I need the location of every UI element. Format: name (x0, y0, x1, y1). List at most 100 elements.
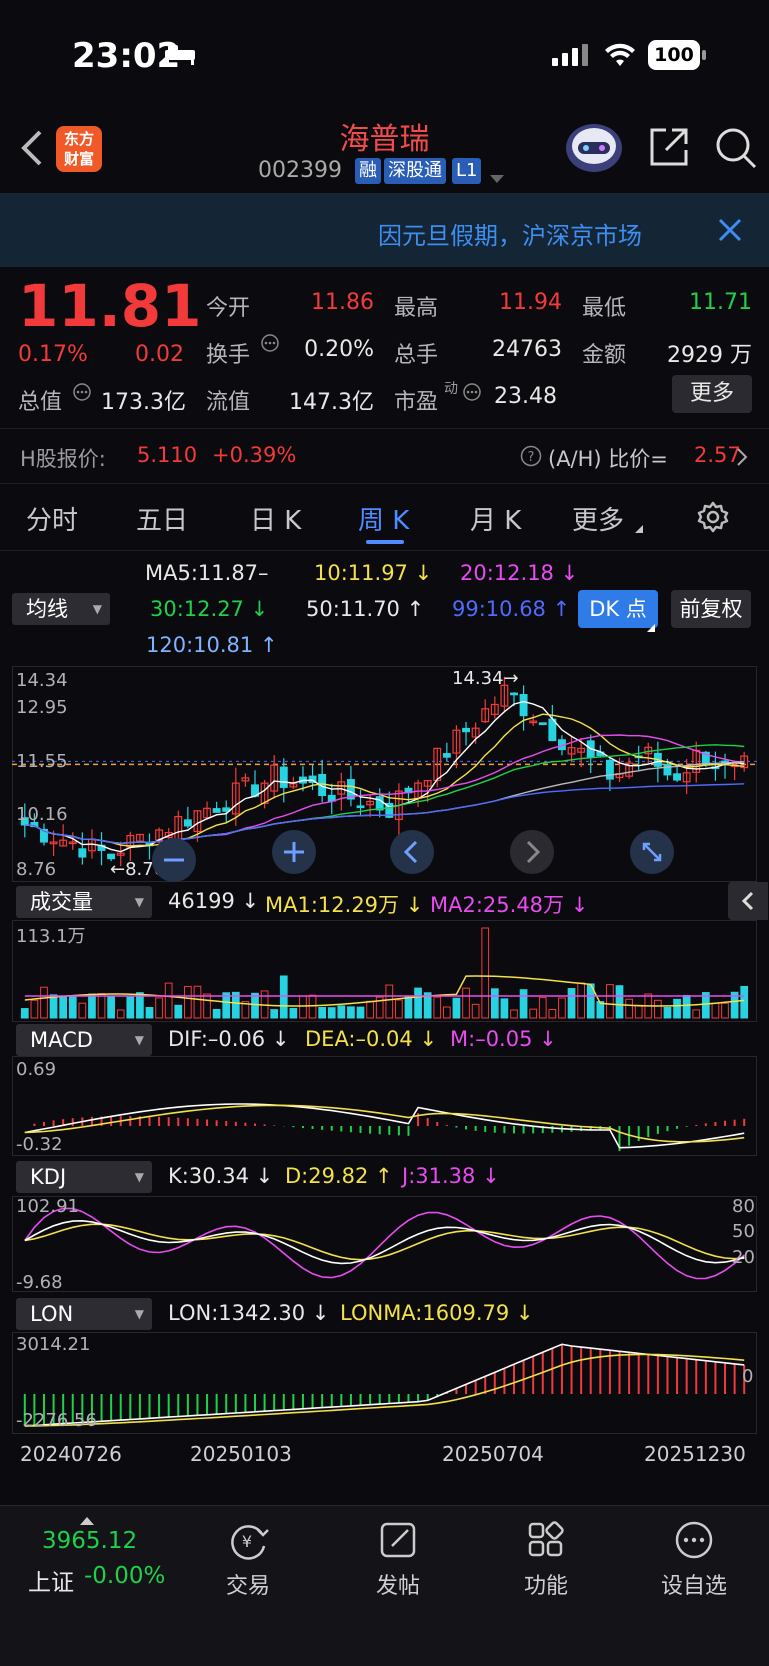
macd-chart (24, 1103, 746, 1152)
volume-chart (20, 927, 749, 1019)
macd-dea-line (24, 1104, 745, 1143)
volume-bar (529, 1008, 538, 1019)
volume-indicator-select[interactable]: 成交量 ▼ (16, 886, 152, 918)
low-value: 11.71 (689, 290, 752, 315)
search-icon[interactable] (714, 126, 758, 174)
volume-bar (673, 998, 681, 1019)
nav-trade[interactable]: ¥ 交易 (188, 1520, 308, 1600)
volume-value-label: 46199 ↓ (168, 889, 260, 913)
info-icon[interactable] (260, 333, 280, 357)
chevron-down-icon[interactable] (490, 168, 504, 187)
gear-icon[interactable] (696, 500, 730, 538)
ma-select-label: 均线 (26, 597, 68, 621)
battery-level: 100 (654, 44, 694, 66)
info-icon[interactable] (72, 382, 92, 406)
macd-axis-min: -0.32 (16, 1134, 63, 1155)
info-icon[interactable] (462, 382, 482, 406)
lon-select-label: LON (30, 1302, 74, 1326)
volume-bar (59, 996, 68, 1019)
zoom-in-button[interactable] (272, 830, 316, 874)
zoom-out-button[interactable] (152, 838, 196, 882)
help-icon[interactable]: ? (520, 445, 542, 471)
volume-bar (337, 1005, 346, 1019)
kdj-indicator-select[interactable]: KDJ ▼ (16, 1161, 152, 1193)
macd-axis-max: 0.69 (16, 1059, 57, 1080)
robot-assistant-icon[interactable] (564, 118, 624, 178)
tab-daily-k[interactable]: 日 K (250, 500, 301, 537)
kline-candle (510, 692, 518, 696)
volume-bar (682, 994, 691, 1019)
share-icon[interactable] (648, 126, 690, 172)
tab-monthly-k[interactable]: 月 K (470, 500, 521, 537)
kdj-chart (24, 1207, 745, 1280)
kdj-axis-max: 102.91 (16, 1196, 79, 1217)
close-icon[interactable] (718, 218, 742, 246)
volume-bar (155, 997, 163, 1019)
lon-indicator-select[interactable]: LON ▼ (16, 1298, 152, 1330)
volume-bar (279, 975, 288, 1019)
tab-more[interactable]: 更多 (572, 500, 624, 537)
volume-bar (116, 1009, 125, 1019)
kline-candle (107, 853, 116, 860)
adjust-prior-button[interactable]: 前复权 (671, 590, 751, 628)
high-label: 最高 (394, 296, 439, 321)
ma-select[interactable]: 均线 ▼ (12, 593, 110, 625)
collapse-sidebar-button[interactable] (728, 882, 768, 920)
volume-ma2-label: MA2:25.48万 ↓ (430, 893, 589, 917)
kline-axis-min: 8.76 (16, 859, 57, 880)
tab-weekly-k[interactable]: 周 K (358, 500, 409, 537)
h-share-label: H股报价: (20, 447, 106, 471)
kdj-d-label: D:29.82 ↑ (285, 1164, 393, 1188)
kline-axis-2: 12.95 (16, 697, 68, 718)
volume-bar (558, 997, 566, 1019)
volume-bar (414, 987, 422, 1019)
volume-bar (270, 1009, 279, 1019)
kdj-k-label: K:30.34 ↓ (168, 1164, 274, 1188)
nav-trade-label: 交易 (225, 1574, 270, 1599)
lon-chart (23, 1343, 746, 1427)
index-value[interactable]: 3965.12 (42, 1528, 137, 1554)
more-button[interactable]: 更多 (672, 375, 752, 413)
nav-functions[interactable]: 功能 (486, 1520, 606, 1600)
mktcap-label: 总值 (18, 390, 63, 415)
chevron-right-icon[interactable] (736, 447, 748, 471)
triangle-small-icon (635, 518, 643, 537)
kline-axis-4: 10.16 (16, 804, 68, 825)
kline-candle (212, 808, 221, 813)
index-name[interactable]: 上证 (28, 1563, 74, 1597)
volume-bar (212, 1008, 221, 1019)
macd-indicator-select[interactable]: MACD ▼ (16, 1024, 152, 1056)
grid-icon (528, 1521, 564, 1557)
tab-five-day[interactable]: 五日 (136, 500, 188, 537)
lon-label: LON:1342.30 ↓ (168, 1301, 330, 1325)
volume-bar (327, 1007, 336, 1019)
volume-bar (606, 984, 614, 1019)
nav-add-watchlist[interactable]: 设自选 (634, 1520, 754, 1600)
date-label: 20240726 (20, 1442, 122, 1466)
volume-bar (308, 994, 317, 1019)
change-amount: 0.02 (135, 342, 184, 367)
kline-axis-max: 14.34 (16, 670, 68, 691)
h-share-price: 5.110 (137, 443, 198, 467)
date-label: 20250704 (442, 1442, 544, 1466)
tab-active-indicator (366, 540, 404, 544)
kline-candle (519, 694, 528, 717)
kline-candle (538, 722, 547, 726)
caret-down-icon: ▼ (134, 1170, 144, 1184)
volume-bar (548, 1009, 557, 1019)
scroll-right-button[interactable] (510, 830, 554, 874)
turnover-label: 换手 (206, 343, 251, 368)
tab-intraday[interactable]: 分时 (26, 500, 78, 537)
fullscreen-button[interactable] (630, 830, 674, 874)
notice-text: 因元旦假期，沪深京市场 (378, 222, 642, 250)
volume-bar (740, 985, 749, 1019)
scroll-left-button[interactable] (390, 830, 434, 874)
volume-bar (78, 1002, 87, 1019)
dk-point-button[interactable]: DK 点 (578, 590, 658, 628)
expand-up-icon[interactable] (80, 1510, 94, 1529)
edit-icon (380, 1522, 416, 1558)
index-change[interactable]: -0.00% (84, 1563, 165, 1589)
volume-bar (318, 1006, 327, 1019)
nav-post[interactable]: 发帖 (338, 1520, 458, 1600)
volume-bar (395, 999, 403, 1019)
